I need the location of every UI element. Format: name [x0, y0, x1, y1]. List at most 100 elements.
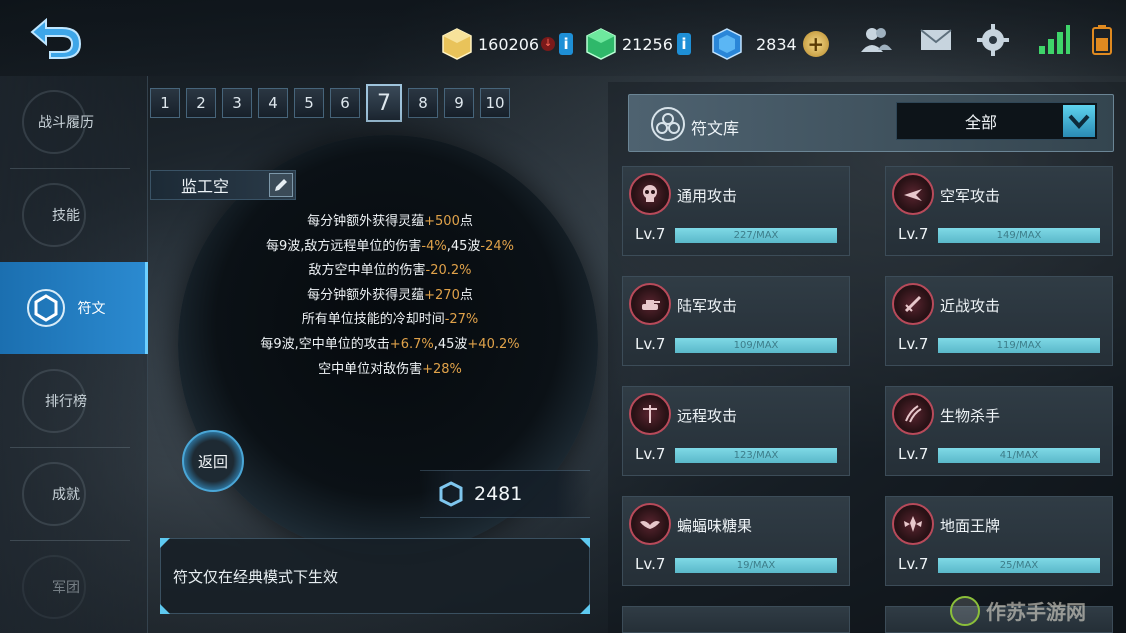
rune-progress-text: 119/MAX	[996, 340, 1042, 351]
sidebar-item-label: 符文	[77, 301, 106, 317]
rune-card-ranged-attack[interactable]: 远程攻击 Lv.7 123/MAX	[622, 386, 850, 476]
gold-value: 160206	[478, 34, 540, 54]
rune-progress-bar: 25/MAX	[938, 558, 1100, 573]
loadout-name-bar: 监工空	[150, 170, 296, 200]
page-tab-9[interactable]: 9	[444, 88, 474, 118]
watermark-logo-icon	[950, 595, 980, 626]
rune-progress-text: 41/MAX	[999, 450, 1039, 461]
rune-effects-list: 每分钟额外获得灵蕴+500点 每9波,敌方远程单位的伤害-4%,45波-24% …	[220, 210, 560, 382]
page-tab-5[interactable]: 5	[294, 88, 324, 118]
page-tab-6[interactable]: 6	[330, 88, 360, 118]
friends-icon[interactable]	[858, 22, 894, 58]
rune-name: 蝙蝠味糖果	[677, 517, 753, 535]
add-currency-button[interactable]: +	[802, 31, 829, 57]
rune-level: Lv.7	[635, 555, 666, 573]
bat-icon	[629, 503, 671, 545]
rune-level: Lv.7	[635, 445, 666, 463]
rune-card-air-attack[interactable]: 空军攻击 Lv.7 149/MAX	[885, 166, 1113, 256]
rune-name: 空军攻击	[940, 187, 1001, 205]
top-bar: 160206 ↓ i 21256 i 2834 +	[0, 0, 1126, 76]
rune-card-bat-candy[interactable]: 蝙蝠味糖果 Lv.7 19/MAX	[622, 496, 850, 586]
gold-down-icon[interactable]: ↓	[541, 37, 556, 51]
rune-level: Lv.7	[635, 225, 666, 243]
rune-progress-bar: 149/MAX	[938, 228, 1100, 243]
green-gem-value: 21256	[622, 34, 673, 54]
green-gem-info-button[interactable]: i	[676, 33, 691, 55]
sidebar-item-runes[interactable]: 符文	[0, 262, 148, 354]
chevron-down-icon[interactable]	[1063, 105, 1095, 137]
back-arrow-icon[interactable]	[28, 14, 84, 60]
notice-text: 符文仅在经典模式下生效	[173, 567, 339, 586]
page-tab-10[interactable]: 10	[480, 88, 510, 118]
rune-library-icon	[651, 107, 685, 141]
rune-name: 通用攻击	[677, 187, 738, 205]
sidebar-item-label: 技能	[52, 208, 80, 224]
rune-progress-text: 123/MAX	[733, 450, 779, 461]
gold-info-button[interactable]: i	[559, 33, 574, 55]
page-tab-4[interactable]: 4	[258, 88, 288, 118]
sidebar-item-legion[interactable]: 军团	[0, 541, 132, 633]
effect-line: 所有单位技能的冷却时间-27%	[301, 312, 479, 328]
rune-points-icon	[439, 481, 463, 507]
sidebar-item-achievements[interactable]: 成就	[0, 448, 132, 540]
return-button[interactable]: 返回	[182, 430, 244, 492]
blue-gem-resource: 2834 +	[710, 26, 829, 62]
rune-progress-bar: 123/MAX	[675, 448, 837, 463]
notice-corner	[160, 538, 170, 548]
loadout-name: 监工空	[181, 177, 230, 196]
rune-card-general-attack[interactable]: 通用攻击 Lv.7 227/MAX	[622, 166, 850, 256]
rune-name: 远程攻击	[677, 407, 738, 425]
effect-line: 每9波,敌方远程单位的伤害-4%,45波-24%	[265, 238, 514, 254]
rune-card-melee-attack[interactable]: 近战攻击 Lv.7 119/MAX	[885, 276, 1113, 366]
page-tab-3[interactable]: 3	[222, 88, 252, 118]
sidebar: 战斗履历 技能 符文 排行榜 成就 军团	[0, 76, 148, 633]
gear-icon[interactable]	[975, 22, 1011, 58]
rune-level: Lv.7	[898, 225, 929, 243]
rune-progress-text: 109/MAX	[733, 340, 779, 351]
winged-emblem-icon	[892, 503, 934, 545]
sidebar-item-leaderboard[interactable]: 排行榜	[0, 355, 132, 447]
pencil-icon	[275, 179, 287, 191]
claw-icon	[892, 393, 934, 435]
green-gem-icon	[586, 28, 616, 60]
rune-hex-icon	[27, 289, 65, 327]
rune-level: Lv.7	[635, 335, 666, 353]
notice-corner	[160, 604, 170, 614]
page-tab-1[interactable]: 1	[150, 88, 180, 118]
sidebar-item-label: 成就	[52, 487, 80, 503]
notice-corner	[580, 538, 590, 548]
rune-progress-bar: 227/MAX	[675, 228, 837, 243]
sidebar-item-label: 排行榜	[45, 394, 87, 410]
rune-card-partial[interactable]	[622, 606, 850, 633]
rune-level: Lv.7	[898, 555, 929, 573]
rune-name: 地面王牌	[940, 517, 1001, 535]
rune-progress-bar: 119/MAX	[938, 338, 1100, 353]
sword-icon	[892, 283, 934, 325]
aircraft-icon	[892, 173, 934, 215]
rune-points: 2481	[420, 470, 590, 518]
signal-icon	[1036, 22, 1072, 58]
edit-name-button[interactable]	[269, 173, 293, 197]
page-tab-7[interactable]: 7	[366, 84, 402, 122]
rune-filter-value: 全部	[964, 113, 997, 132]
sidebar-item-battle-history[interactable]: 战斗履历	[0, 76, 132, 168]
skull-icon	[629, 173, 671, 215]
rune-name: 陆军攻击	[677, 297, 738, 315]
rune-card-ground-attack[interactable]: 陆军攻击 Lv.7 109/MAX	[622, 276, 850, 366]
rune-level: Lv.7	[898, 335, 929, 353]
page-tab-2[interactable]: 2	[186, 88, 216, 118]
rune-progress-bar: 109/MAX	[675, 338, 837, 353]
effect-line: 敌方空中单位的伤害-20.2%	[308, 263, 472, 279]
rune-card-bio-killer[interactable]: 生物杀手 Lv.7 41/MAX	[885, 386, 1113, 476]
effect-line: 空中单位对敌伤害+28%	[318, 361, 462, 377]
rune-filter-dropdown[interactable]: 全部	[896, 102, 1098, 140]
rune-card-ground-ace[interactable]: 地面王牌 Lv.7 25/MAX	[885, 496, 1113, 586]
mail-icon[interactable]	[918, 22, 954, 58]
rune-progress-text: 227/MAX	[733, 230, 779, 241]
page-tab-8[interactable]: 8	[408, 88, 438, 118]
rune-level: Lv.7	[898, 445, 929, 463]
rune-library-title: 符文库	[691, 119, 740, 138]
rune-mode-notice: 符文仅在经典模式下生效	[160, 538, 590, 614]
sidebar-item-skills[interactable]: 技能	[0, 169, 132, 261]
loadout-page-tabs: 1 2 3 4 5 6 7 8 9 10	[150, 84, 510, 122]
